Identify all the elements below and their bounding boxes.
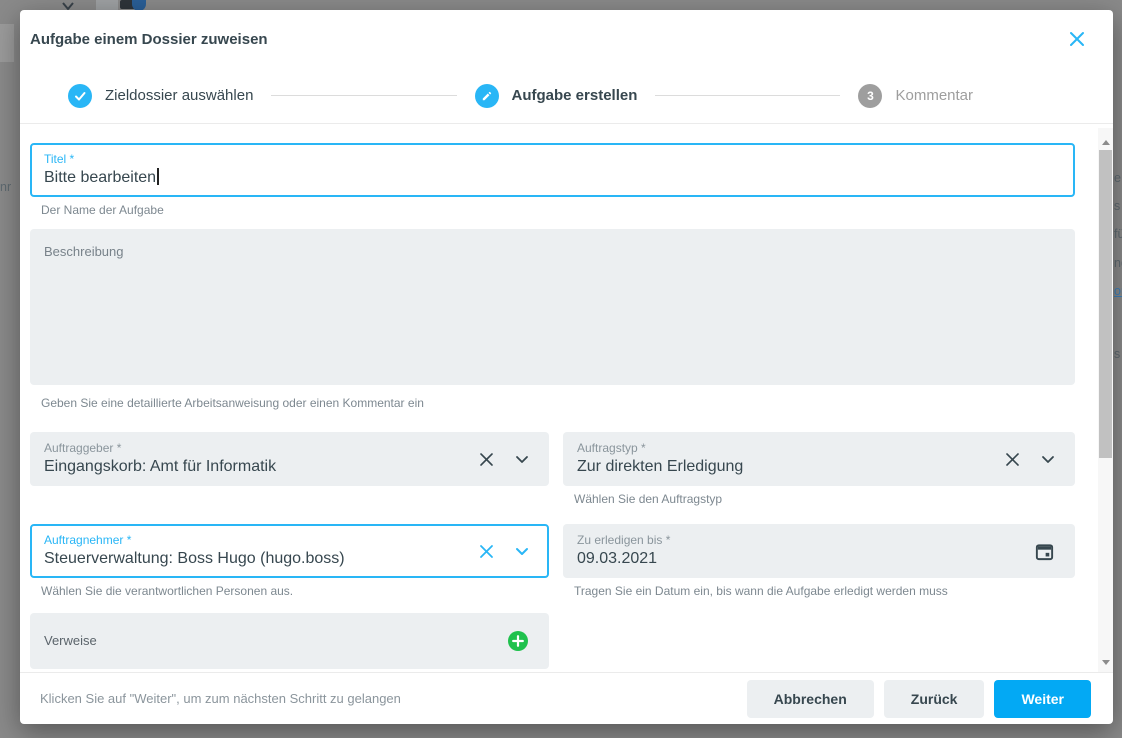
background-link-fragment: or — [1114, 284, 1122, 298]
due-date-label: Zu erledigen bis * — [577, 533, 670, 547]
scroll-up-arrow-icon[interactable] — [1098, 132, 1113, 148]
background-text-fragment: s — [1114, 347, 1120, 361]
due-date-helper: Tragen Sie ein Datum ein, bis wann die A… — [574, 584, 1075, 598]
background-text-fragment: s — [1114, 199, 1120, 213]
step-aufgabe-erstellen[interactable]: Aufgabe erstellen — [475, 84, 638, 108]
check-icon — [68, 84, 92, 108]
close-icon[interactable] — [1065, 27, 1089, 51]
auftraggeber-select[interactable]: Auftraggeber * Eingangskorb: Amt für Inf… — [30, 432, 549, 486]
clear-icon[interactable] — [1004, 451, 1021, 468]
dialog-body: Titel * Bitte bearbeiten Der Name der Au… — [20, 124, 1113, 672]
titel-value: Bitte bearbeiten — [44, 169, 156, 186]
auftragnehmer-select[interactable]: Auftragnehmer * Steuerverwaltung: Boss H… — [30, 524, 549, 578]
due-date-input[interactable]: Zu erledigen bis * 09.03.2021 — [563, 524, 1075, 578]
background-text-fragment: nr — [0, 180, 11, 194]
background-text-fragment: e — [1114, 171, 1121, 185]
step-label: Zieldossier auswählen — [105, 87, 253, 104]
verweise-label: Verweise — [44, 634, 97, 648]
step-label: Aufgabe erstellen — [512, 87, 638, 104]
abbrechen-button[interactable]: Abbrechen — [747, 680, 874, 718]
text-cursor — [157, 168, 159, 185]
auftragstyp-label: Auftragstyp * — [577, 441, 743, 455]
beschreibung-textarea[interactable] — [30, 229, 1075, 385]
step-zieldossier-auswaehlen[interactable]: Zieldossier auswählen — [68, 84, 253, 108]
titel-input[interactable]: Titel * Bitte bearbeiten — [30, 143, 1075, 197]
auftragstyp-helper: Wählen Sie den Auftragstyp — [574, 492, 1075, 506]
auftragnehmer-label: Auftragnehmer * — [44, 533, 345, 547]
clear-icon[interactable] — [478, 543, 495, 560]
auftragnehmer-helper: Wählen Sie die verantwortlichen Personen… — [41, 584, 549, 598]
scroll-down-arrow-icon[interactable] — [1098, 652, 1113, 668]
step-number: 3 — [858, 84, 882, 108]
weiter-button[interactable]: Weiter — [994, 680, 1091, 718]
stepper-connector — [655, 95, 840, 96]
dialog-header: Aufgabe einem Dossier zuweisen — [20, 10, 1113, 68]
assign-task-dialog: Aufgabe einem Dossier zuweisen Zieldossi… — [20, 10, 1113, 724]
dialog-footer: Klicken Sie auf "Weiter", um zum nächste… — [20, 672, 1113, 724]
background-toolbar-box — [96, 0, 118, 10]
auftraggeber-value: Eingangskorb: Amt für Informatik — [44, 457, 276, 477]
stepper: Zieldossier auswählen Aufgabe erstellen … — [20, 68, 1113, 124]
beschreibung-helper: Geben Sie eine detaillierte Arbeitsanwei… — [41, 396, 1113, 410]
due-date-value: 09.03.2021 — [577, 549, 670, 569]
stepper-connector — [271, 95, 456, 96]
background-text-fragment: ng — [1114, 256, 1122, 270]
step-kommentar[interactable]: 3 Kommentar — [858, 84, 973, 108]
step-label: Kommentar — [895, 87, 973, 104]
titel-helper: Der Name der Aufgabe — [41, 203, 1113, 217]
auftraggeber-label: Auftraggeber * — [44, 441, 276, 455]
chevron-down-icon[interactable] — [515, 455, 529, 464]
add-plus-icon[interactable] — [507, 630, 529, 652]
auftragstyp-select[interactable]: Auftragstyp * Zur direkten Erledigung — [563, 432, 1075, 486]
chevron-down-icon[interactable] — [1041, 455, 1055, 464]
calendar-icon[interactable] — [1034, 541, 1055, 562]
background-text-fragment: fü — [1114, 227, 1122, 241]
pencil-icon — [475, 84, 499, 108]
scrollbar-thumb[interactable] — [1099, 150, 1112, 458]
vertical-scrollbar[interactable] — [1098, 128, 1113, 672]
zurueck-button[interactable]: Zurück — [884, 680, 985, 718]
clear-icon[interactable] — [478, 451, 495, 468]
auftragstyp-value: Zur direkten Erledigung — [577, 457, 743, 477]
background-left-panel — [0, 24, 14, 62]
chevron-down-icon[interactable] — [515, 547, 529, 556]
verweise-field: Verweise — [30, 613, 549, 669]
titel-label: Titel * — [44, 152, 159, 166]
dialog-title: Aufgabe einem Dossier zuweisen — [30, 31, 268, 48]
auftragnehmer-value: Steuerverwaltung: Boss Hugo (hugo.boss) — [44, 549, 345, 569]
footer-hint: Klicken Sie auf "Weiter", um zum nächste… — [30, 691, 737, 706]
